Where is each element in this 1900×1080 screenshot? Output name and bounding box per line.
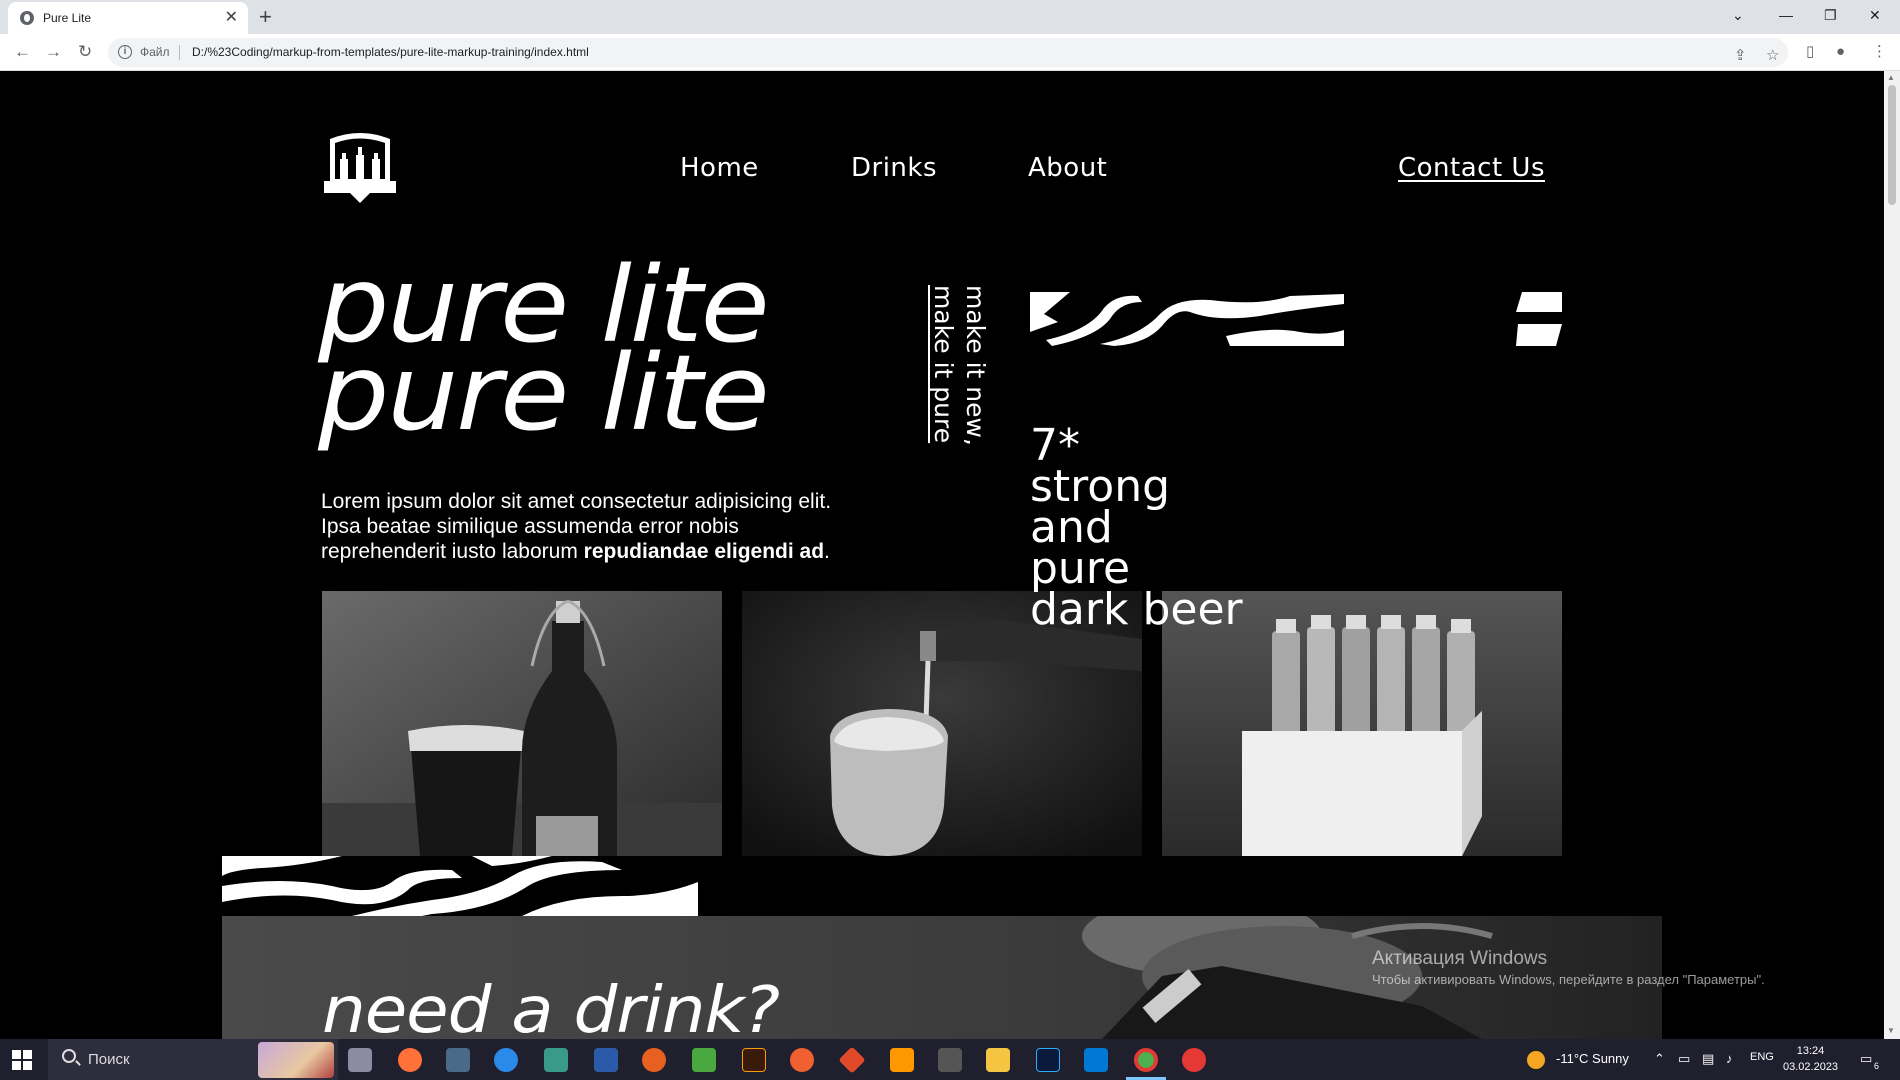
tagline-line: 7* bbox=[1030, 420, 1080, 471]
lead-paragraph: Lorem ipsum dolor sit amet consectetur a… bbox=[321, 489, 861, 564]
hero-title: pure lite pure lite bbox=[318, 253, 770, 454]
lead-end: . bbox=[824, 540, 830, 563]
maximize-button[interactable]: ❐ bbox=[1824, 4, 1837, 26]
windows-taskbar: Поиск -11°C Sunny ⌃ ▭ ▤ ♪ ENG 13:24 03.0… bbox=[0, 1039, 1900, 1080]
close-tab-button[interactable]: ✕ bbox=[225, 8, 238, 28]
weather-sun-icon[interactable] bbox=[1527, 1051, 1545, 1069]
info-icon[interactable]: i bbox=[118, 45, 132, 59]
powershell-icon[interactable] bbox=[594, 1048, 618, 1072]
scroll-thumb[interactable] bbox=[1888, 85, 1896, 205]
windows-activation-watermark: Активация Windows Чтобы активировать Win… bbox=[1372, 947, 1765, 989]
watermark-title: Активация Windows bbox=[1372, 948, 1548, 969]
browser-toolbar: ← → ↻ i Файл D:/%23Coding/markup-from-te… bbox=[0, 34, 1900, 71]
block-shape-decoration bbox=[1516, 292, 1562, 346]
weather-text[interactable]: -11°C Sunny bbox=[1556, 1051, 1629, 1066]
tagline: 7* strong and pure dark beer bbox=[1030, 420, 1243, 635]
task-view-icon[interactable] bbox=[348, 1048, 372, 1072]
menu-kebab-icon[interactable]: ⋮ bbox=[1872, 42, 1887, 62]
calculator-icon[interactable] bbox=[446, 1048, 470, 1072]
bookmark-star-icon[interactable]: ☆ bbox=[1766, 46, 1779, 66]
tab-title: Pure Lite bbox=[43, 11, 92, 25]
beer-bottle-and-glass-photo bbox=[322, 591, 722, 856]
clock-date: 03.02.2023 bbox=[1783, 1061, 1839, 1073]
search-icon bbox=[62, 1049, 76, 1063]
vertical-text-make-it-new: make it new, bbox=[961, 285, 990, 446]
share-icon[interactable]: ⇪ bbox=[1734, 46, 1747, 66]
terminal-icon[interactable] bbox=[544, 1048, 568, 1072]
scroll-up-arrow-icon[interactable]: ▲ bbox=[1887, 73, 1895, 82]
nav-contact-us[interactable]: Contact Us bbox=[1398, 153, 1545, 183]
firefox-icon[interactable] bbox=[398, 1048, 422, 1072]
clock-time: 13:24 bbox=[1796, 1045, 1825, 1057]
tagline-line: and bbox=[1030, 502, 1113, 553]
banner-title: need a drink? bbox=[322, 974, 780, 1039]
language-indicator[interactable]: ENG bbox=[1750, 1051, 1774, 1063]
side-panel-icon[interactable]: ▯ bbox=[1806, 42, 1814, 62]
vertical-text-make-it-pure-label: make it pure bbox=[929, 285, 958, 444]
notification-count: 6 bbox=[1874, 1061, 1880, 1071]
vertical-text-make-it-pure: make it pure bbox=[928, 285, 958, 443]
yandex-browser-icon[interactable] bbox=[1182, 1048, 1206, 1072]
photoshop-icon[interactable] bbox=[1036, 1048, 1060, 1072]
windows-start-icon[interactable] bbox=[12, 1050, 32, 1070]
system-clock[interactable]: 13:24 03.02.2023 bbox=[1783, 1043, 1838, 1075]
forward-button[interactable]: → bbox=[45, 41, 62, 63]
browser-tab-strip: Pure Lite ✕ + ⌄ — ❐ ✕ bbox=[0, 0, 1900, 34]
omnibox-divider bbox=[179, 45, 180, 60]
taskbar-search-box[interactable]: Поиск bbox=[48, 1039, 338, 1080]
pure-lite-logo[interactable] bbox=[322, 131, 398, 207]
nav-drinks[interactable]: Drinks bbox=[851, 153, 937, 183]
search-placeholder: Поиск bbox=[88, 1051, 130, 1068]
search-highlight-image bbox=[258, 1042, 334, 1078]
tagline-line: strong bbox=[1030, 461, 1171, 512]
volume-icon[interactable]: ♪ bbox=[1726, 1051, 1733, 1066]
postman-icon[interactable] bbox=[790, 1048, 814, 1072]
edge-icon[interactable] bbox=[494, 1048, 518, 1072]
mixer-settings-icon[interactable] bbox=[938, 1048, 962, 1072]
git-icon[interactable] bbox=[838, 1046, 866, 1074]
hero-line-2: pure lite bbox=[318, 332, 770, 454]
back-button[interactable]: ← bbox=[14, 41, 31, 63]
file-explorer-icon[interactable] bbox=[986, 1048, 1010, 1072]
ubuntu-icon[interactable] bbox=[642, 1048, 666, 1072]
tray-overflow-icon[interactable]: ⌃ bbox=[1654, 1051, 1665, 1067]
new-tab-button[interactable]: + bbox=[259, 3, 272, 31]
tab-search-icon[interactable]: ⌄ bbox=[1732, 4, 1744, 26]
nav-home[interactable]: Home bbox=[680, 153, 759, 183]
nodejs-icon[interactable] bbox=[692, 1048, 716, 1072]
wave-pattern-decoration bbox=[1030, 292, 1344, 346]
reload-button[interactable]: ↻ bbox=[78, 41, 92, 63]
nav-about[interactable]: About bbox=[1028, 153, 1107, 183]
meet-now-icon[interactable]: ▭ bbox=[1678, 1051, 1690, 1067]
tagline-line: pure bbox=[1030, 543, 1131, 594]
profile-avatar-icon[interactable]: ● bbox=[1836, 42, 1845, 62]
web-page: Home Drinks About Contact Us pure lite p… bbox=[0, 71, 1884, 1039]
tagline-line: dark beer bbox=[1030, 584, 1243, 635]
watermark-subtitle: Чтобы активировать Windows, перейдите в … bbox=[1372, 972, 1765, 987]
omnibox-scheme-label: Файл bbox=[140, 45, 170, 59]
illustrator-icon[interactable] bbox=[742, 1048, 766, 1072]
vscode-icon[interactable] bbox=[1084, 1048, 1108, 1072]
scroll-down-arrow-icon[interactable]: ▼ bbox=[1887, 1026, 1895, 1035]
sublime-text-icon[interactable] bbox=[890, 1048, 914, 1072]
address-bar[interactable]: i Файл D:/%23Coding/markup-from-template… bbox=[108, 38, 1788, 67]
network-icon[interactable]: ▤ bbox=[1702, 1051, 1714, 1067]
lead-bold-text: repudiandae eligendi ad bbox=[583, 540, 825, 563]
browser-tab[interactable]: Pure Lite ✕ bbox=[8, 2, 248, 34]
page-scrollbar[interactable]: ▲ ▼ bbox=[1884, 71, 1900, 1039]
chrome-icon[interactable] bbox=[1134, 1048, 1158, 1072]
minimize-button[interactable]: — bbox=[1779, 4, 1793, 26]
swirl-pattern-decoration bbox=[222, 856, 698, 916]
close-window-button[interactable]: ✕ bbox=[1869, 4, 1881, 26]
notification-center-icon[interactable]: ▭ bbox=[1860, 1051, 1872, 1067]
url-text[interactable]: D:/%23Coding/markup-from-templates/pure-… bbox=[192, 45, 589, 59]
globe-icon bbox=[20, 11, 34, 25]
